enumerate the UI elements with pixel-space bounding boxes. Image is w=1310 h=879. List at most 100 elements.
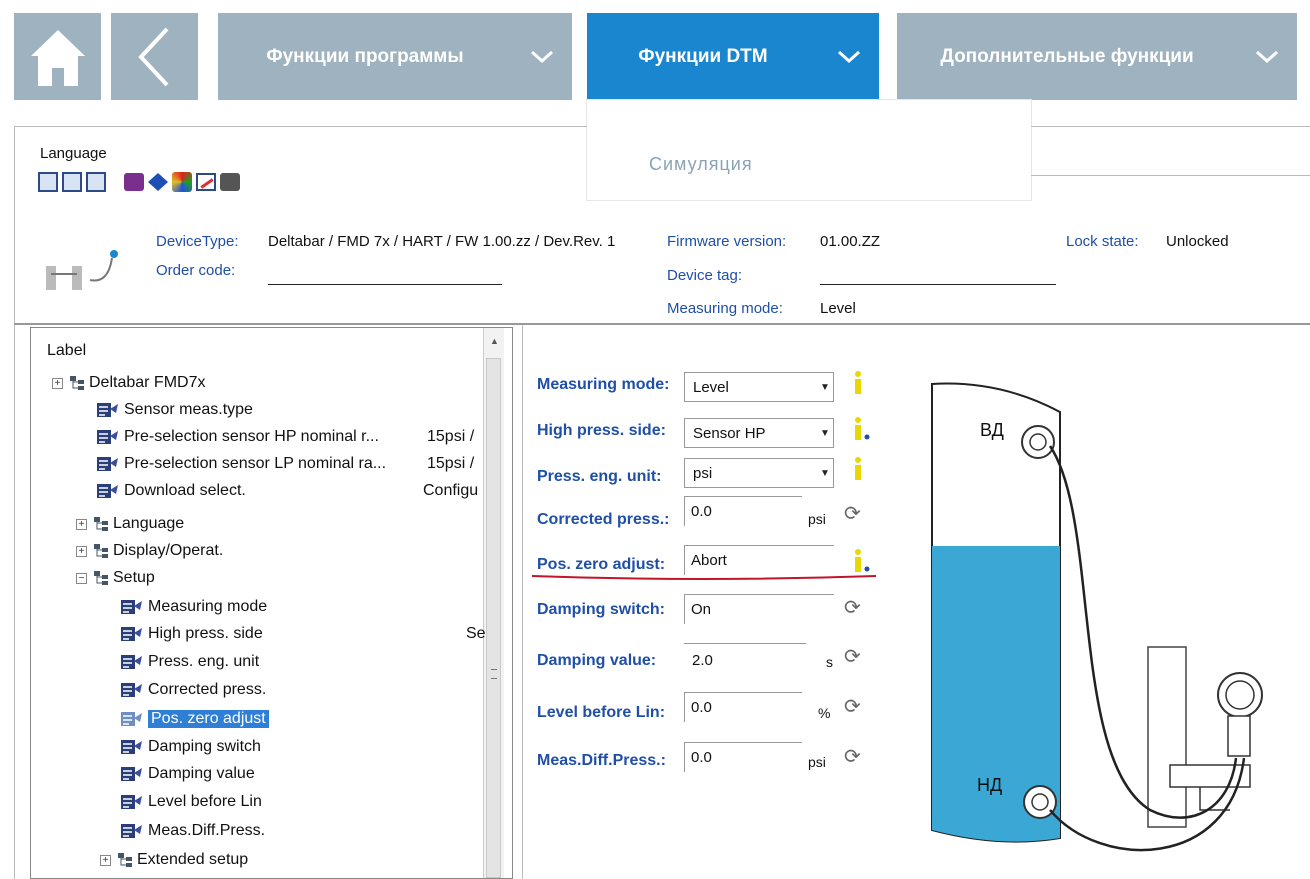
device-type-label: DeviceType: [156, 233, 239, 250]
corrected-press-label: Corrected press.: [537, 511, 670, 528]
parameter-icon [120, 598, 144, 616]
refresh-icon[interactable]: ⟳ [844, 644, 861, 669]
high-press-side-select[interactable]: Sensor HP ▼ [684, 418, 834, 448]
book-icon[interactable] [124, 173, 144, 191]
order-code-label: Order code: [156, 262, 236, 279]
layout1-icon[interactable] [38, 172, 58, 192]
device-type-value: Deltabar / FMD 7x / HART / FW 1.00.zz / … [268, 233, 616, 250]
tree-item-deltabar[interactable]: + Deltabar FMD7x [52, 370, 205, 396]
tank-diagram [931, 382, 1263, 852]
level-before-lin-label: Level before Lin: [537, 704, 666, 721]
parameter-icon [120, 653, 144, 671]
high-press-side-label: High press. side: [537, 422, 666, 439]
info-icon[interactable] [851, 416, 871, 442]
frame-line [14, 126, 587, 127]
simulation-menu-item[interactable]: Симуляция [649, 154, 753, 175]
tree-item-label: Measuring mode [148, 598, 268, 615]
scrollbar-thumb[interactable] [486, 358, 501, 878]
dropdown-arrow-icon[interactable]: ▼ [817, 382, 833, 393]
tree-item-damping-switch[interactable]: Damping switch [120, 734, 261, 760]
tree-item-label: Download select. [124, 482, 246, 499]
tree-item-meas-diff-press[interactable]: Meas.Diff.Press. [120, 818, 265, 844]
back-button[interactable] [111, 13, 198, 100]
measuring-mode-select[interactable]: Level ▼ [684, 372, 834, 402]
folder-icon [117, 852, 133, 868]
dropdown-arrow-icon[interactable]: ▼ [817, 428, 833, 439]
tree-item-high-press-side[interactable]: High press. side [120, 621, 263, 647]
tree-item-measuring-mode[interactable]: Measuring mode [120, 594, 267, 620]
diamond-icon[interactable] [148, 173, 168, 191]
level-before-lin-field: 0.0 [684, 692, 802, 722]
tree-item-press-eng-unit[interactable]: Press. eng. unit [120, 649, 259, 675]
lock-state-value: Unlocked [1166, 233, 1229, 250]
level-before-lin-value: 0.0 [691, 699, 712, 716]
damping-value-value: 2.0 [692, 652, 713, 669]
tree-item-lp-nominal[interactable]: Pre-selection sensor LP nominal ra... [96, 451, 386, 477]
parameter-icon [96, 428, 120, 446]
tree-item-label: Display/Operat. [113, 542, 224, 559]
meas-diff-press-value: 0.0 [691, 749, 712, 766]
chevron-down-icon [819, 50, 879, 64]
pos-zero-adjust-value: Abort [691, 552, 727, 569]
tree-item-value: 15psi / [427, 428, 475, 445]
tree-item-display-operat[interactable]: + Display/Operat. [76, 538, 223, 564]
info-icon[interactable] [851, 456, 865, 482]
parameter-icon [120, 765, 144, 783]
collapse-icon[interactable]: + [52, 377, 63, 389]
expand-icon[interactable]: + [100, 854, 111, 866]
chevron-down-icon [512, 50, 572, 64]
tree-item-label: Pos. zero adjust [148, 710, 269, 728]
damping-switch-value: On [691, 601, 712, 618]
tree-item-setup[interactable]: − Setup [76, 565, 155, 591]
tree-item-extended-setup[interactable]: + Extended setup [100, 847, 248, 873]
parameter-icon [96, 455, 120, 473]
home-icon [30, 29, 85, 86]
dropdown-arrow-icon[interactable]: ▼ [817, 468, 833, 479]
parameter-icon [120, 625, 144, 643]
parameter-icon [96, 482, 120, 500]
tree-item-pos-zero-adjust[interactable]: Pos. zero adjust [120, 706, 269, 732]
tree-item-language[interactable]: + Language [76, 511, 184, 537]
tree-item-label: Extended setup [137, 851, 249, 868]
frame-line [1031, 175, 1310, 176]
tree-scrollbar[interactable]: ▲ [483, 328, 504, 878]
damping-switch-field[interactable]: On [684, 594, 834, 624]
tree-item-hp-nominal[interactable]: Pre-selection sensor HP nominal r... [96, 424, 379, 450]
refresh-icon[interactable]: ⟳ [844, 694, 861, 719]
corrected-press-field: 0.0 [684, 496, 802, 526]
chevron-left-icon [137, 27, 168, 86]
folder-icon [93, 516, 109, 532]
tools-icon[interactable] [172, 172, 192, 192]
refresh-icon[interactable]: ⟳ [844, 501, 861, 526]
tree-item-label: Meas.Diff.Press. [148, 822, 266, 839]
tree-item-sensor-meas-type[interactable]: Sensor meas.type [96, 397, 253, 423]
dtm-functions-menu[interactable]: Функции DTM [587, 13, 879, 100]
expand-icon[interactable]: + [76, 518, 87, 530]
info-icon[interactable] [851, 370, 865, 396]
tree-item-value: 15psi / [427, 455, 475, 472]
edit-icon[interactable] [196, 173, 216, 191]
print-icon[interactable] [220, 173, 240, 191]
expand-icon[interactable]: + [76, 545, 87, 557]
program-functions-menu[interactable]: Функции программы [218, 13, 572, 100]
refresh-icon[interactable]: ⟳ [844, 744, 861, 769]
collapse-icon[interactable]: − [76, 572, 87, 584]
language-label: Language [40, 145, 107, 162]
level-before-lin-unit: % [818, 705, 831, 721]
damping-value-field[interactable] [684, 643, 806, 644]
tree-item-label: Pre-selection sensor HP nominal r... [124, 428, 379, 445]
press-eng-unit-select[interactable]: psi ▼ [684, 458, 834, 488]
frame-line [1031, 126, 1310, 127]
tree-item-label: Pre-selection sensor LP nominal ra... [124, 455, 387, 472]
home-button[interactable] [14, 13, 101, 100]
tree-item-download-select[interactable]: Download select. [96, 478, 246, 504]
refresh-icon[interactable]: ⟳ [844, 595, 861, 620]
layout3-icon[interactable] [86, 172, 106, 192]
scroll-up-icon[interactable]: ▲ [490, 336, 499, 346]
extra-functions-menu[interactable]: Дополнительные функции [897, 13, 1297, 100]
tree-item-damping-value[interactable]: Damping value [120, 761, 255, 787]
layout2-icon[interactable] [62, 172, 82, 192]
tree-item-level-before-lin[interactable]: Level before Lin [120, 789, 262, 815]
tree-item-label: Damping value [148, 765, 255, 782]
tree-item-corrected-press[interactable]: Corrected press. [120, 677, 266, 703]
